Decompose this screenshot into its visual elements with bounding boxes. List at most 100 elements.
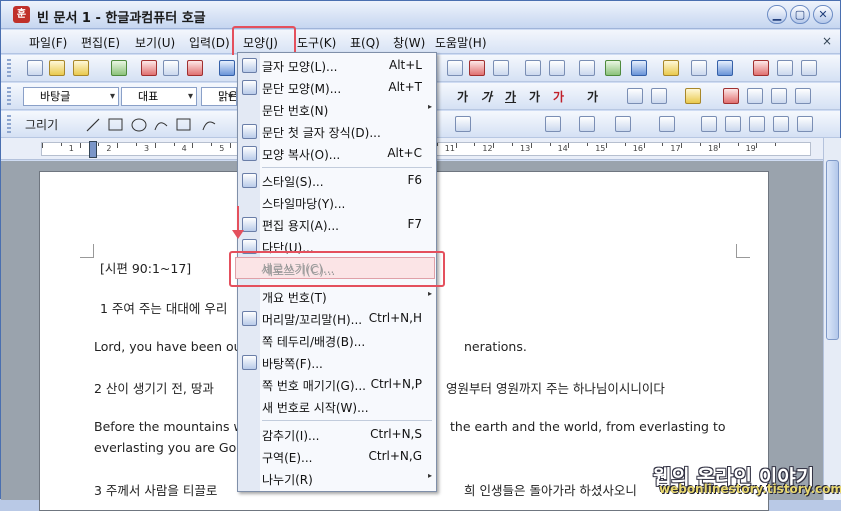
menu-item-drop-cap[interactable]: 문단 첫 글자 장식(D)... [238,121,436,143]
doc-line: the earth and the world, from everlastin… [450,419,726,434]
menu-item-hide[interactable]: 감추기(I)... Ctrl+N,S [238,424,436,446]
template-icon[interactable] [49,60,65,76]
shadow-icon[interactable] [659,116,675,132]
spacing-icon-2[interactable] [651,88,667,104]
toolbar-grip[interactable] [7,87,11,105]
ruler-tick [493,143,495,148]
doc-line: nerations. [464,339,527,354]
align-center-icon[interactable] [771,88,787,104]
menu-item-para-number[interactable]: 문단 번호(N) ▸ [238,99,436,121]
align-right-icon[interactable] [795,88,811,104]
line-width-icon[interactable] [579,116,595,132]
link-icon[interactable] [525,60,541,76]
ruler-number: 13 [520,144,531,153]
indent-marker[interactable] [89,141,97,158]
menu-item-style[interactable]: 스타일(S)... F6 [238,170,436,192]
font-lang-combo[interactable]: 대표 [121,87,197,106]
ruler-tick [681,143,683,148]
cut-icon[interactable] [187,60,203,76]
menu-item-style-gallery[interactable]: 스타일마당(Y)... [238,192,436,214]
bookmark-icon[interactable] [579,60,595,76]
menu-item-para-shape[interactable]: 문단 모양(M)... Alt+T [238,77,436,99]
grid-icon[interactable] [753,60,769,76]
menu-item-header-footer[interactable]: 머리말/꼬리말(H)... Ctrl+N,H [238,308,436,330]
highlighter-icon[interactable] [685,88,701,104]
menu-item-new-number[interactable]: 새 번호로 시작(W)... [238,396,436,418]
menu-file[interactable]: 파일(F) [29,34,67,51]
vertical-scrollbar[interactable] [823,138,841,500]
underline-button[interactable]: 가 [505,88,516,105]
watermark-url: webonlinestory.tistory.com [659,482,841,496]
columns-icon[interactable] [493,60,509,76]
save-icon[interactable] [111,60,127,76]
close-button[interactable]: ✕ [813,5,833,24]
ruler-tick [192,143,194,148]
italic-button[interactable]: 가 [481,88,492,105]
ungroup-icon[interactable] [725,116,741,132]
new-doc-icon[interactable] [27,60,43,76]
toolbar-grip[interactable] [7,59,11,77]
bold-button[interactable]: 가 [457,88,468,105]
symbol-icon[interactable] [717,60,733,76]
ruler-tick [587,143,589,146]
copy-icon[interactable] [777,60,793,76]
menu-item-break[interactable]: 나누기(R) ▸ [238,468,436,490]
header-footer-icon [242,311,257,326]
arrow-style-icon[interactable] [615,116,631,132]
menu-item-page-number[interactable]: 쪽 번호 매기기(G)... Ctrl+N,P [238,374,436,396]
unlink-icon[interactable] [549,60,565,76]
spacing-icon[interactable] [627,88,643,104]
flip-icon[interactable] [797,116,813,132]
text-style-button[interactable]: 가 [587,88,598,105]
menu-item-label: 쪽 테두리/배경(B)... [262,335,366,349]
print-preview-icon[interactable] [163,60,179,76]
group-icon[interactable] [701,116,717,132]
table-icon[interactable] [631,60,647,76]
font-color-button[interactable]: 가 [553,88,564,105]
toolbar-grip[interactable] [7,115,11,133]
chart-icon[interactable] [663,60,679,76]
align-left-icon[interactable] [747,88,763,104]
submenu-arrow-icon: ▸ [427,102,432,111]
picture-icon[interactable] [605,60,621,76]
menu-item-outline-number[interactable]: 개요 번호(T) ▸ [238,286,436,308]
menu-input[interactable]: 입력(D) [189,34,230,51]
menu-item-format-copy[interactable]: 모양 복사(O)... Alt+C [238,143,436,165]
menu-item-label: 스타일마당(Y)... [262,197,346,211]
justify-icon[interactable] [723,88,739,104]
open-folder-icon[interactable] [73,60,89,76]
menu-window[interactable]: 창(W) [393,34,425,51]
menu-view[interactable]: 보기(U) [135,34,175,51]
menu-tools[interactable]: 도구(K) [297,34,336,51]
menu-separator [262,167,432,168]
rotate-icon[interactable] [773,116,789,132]
paste-icon[interactable] [801,60,817,76]
format-icon[interactable] [469,60,485,76]
order-icon[interactable] [749,116,765,132]
menu-item-section[interactable]: 구역(E)... Ctrl+N,G [238,446,436,468]
outline-button[interactable]: 가 [529,88,540,105]
menu-table[interactable]: 표(Q) [350,34,380,51]
menu-item-page-border[interactable]: 쪽 테두리/배경(B)... [238,330,436,352]
app-logo-icon[interactable]: 훈 [13,6,30,23]
font-combo[interactable]: 맑은 [201,87,237,106]
menu-item-page-setup[interactable]: 편집 용지(A)... F7 [238,214,436,236]
menu-help[interactable]: 도움말(H) [435,34,487,51]
minimize-button[interactable]: ▁ [767,5,787,24]
draw-menu-button[interactable]: 그리기 [25,116,58,133]
menu-shortcut: Ctrl+N,S [370,427,422,441]
menu-close-icon[interactable]: × [822,34,832,48]
line-style-icon[interactable] [545,116,561,132]
formula-icon[interactable] [691,60,707,76]
align-icon[interactable] [447,60,463,76]
shape-tools[interactable] [85,116,225,133]
fill-icon[interactable] [455,116,471,132]
menu-edit[interactable]: 편집(E) [81,34,120,51]
restore-button[interactable]: ▢ [790,5,810,24]
scrollbar-thumb[interactable] [826,160,839,340]
style-combo[interactable]: 바탕글 [23,87,119,106]
menu-item-master-page[interactable]: 바탕쪽(F)... [238,352,436,374]
print-icon[interactable] [141,60,157,76]
undo-icon[interactable] [219,60,235,76]
menu-item-char-shape[interactable]: 글자 모양(L)... Alt+L [238,55,436,77]
